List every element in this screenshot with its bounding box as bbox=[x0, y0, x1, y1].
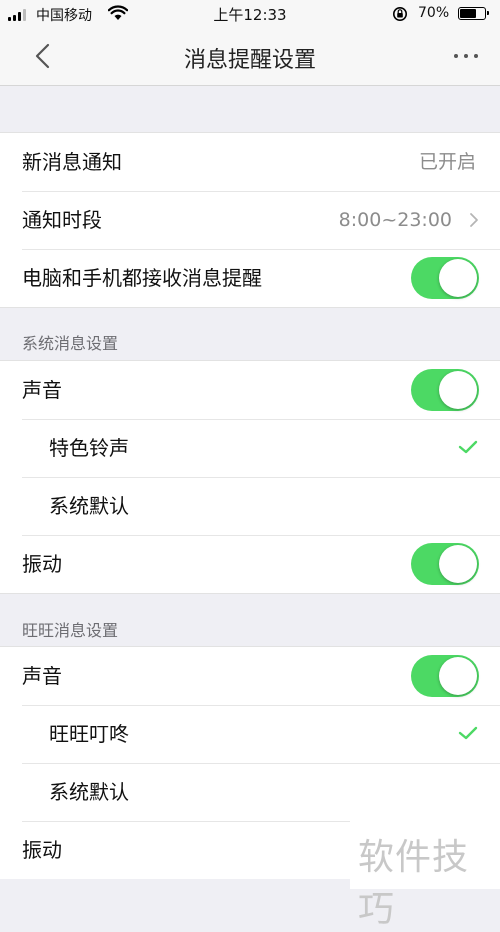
status-bar: 中国移动 上午12:33 70% bbox=[0, 0, 500, 28]
rotation-lock-icon bbox=[393, 7, 407, 21]
wangwang-ringtone-default-row[interactable]: 系统默认 bbox=[0, 763, 500, 821]
new-message-label: 新消息通知 bbox=[22, 150, 122, 174]
system-sound-toggle[interactable] bbox=[411, 369, 479, 411]
pc-mobile-toggle[interactable] bbox=[411, 257, 479, 299]
battery-icon bbox=[458, 7, 489, 20]
chevron-right-icon bbox=[470, 213, 478, 227]
system-vibrate-toggle[interactable] bbox=[411, 543, 479, 585]
notify-period-row[interactable]: 通知时段 8:00~23:00 bbox=[0, 191, 500, 249]
wangwang-sound-label: 声音 bbox=[22, 664, 62, 688]
wangwang-sound-toggle[interactable] bbox=[411, 655, 479, 697]
system-ringtone-default-row[interactable]: 系统默认 bbox=[0, 477, 500, 535]
more-icon[interactable] bbox=[438, 42, 478, 70]
system-section-header: 系统消息设置 bbox=[22, 334, 119, 353]
nav-bar: 消息提醒设置 bbox=[0, 28, 500, 86]
wangwang-sound-row: 声音 bbox=[0, 647, 500, 705]
battery-fill bbox=[460, 9, 477, 18]
system-sound-row: 声音 bbox=[0, 361, 500, 419]
wangwang-vibrate-label: 振动 bbox=[22, 838, 62, 862]
wangwang-section-header: 旺旺消息设置 bbox=[22, 621, 119, 640]
new-message-value: 已开启 bbox=[418, 151, 476, 173]
wangwang-ringtone-special-row[interactable]: 旺旺叮咚 bbox=[0, 705, 500, 763]
notify-period-value: 8:00~23:00 bbox=[338, 209, 452, 231]
pc-mobile-label: 电脑和手机都接收消息提醒 bbox=[22, 266, 262, 290]
watermark-text: 软件技巧 bbox=[358, 837, 470, 930]
system-ringtone-special-row[interactable]: 特色铃声 bbox=[0, 419, 500, 477]
battery-percent: 70% bbox=[418, 5, 450, 21]
watermark: 软件技巧 bbox=[350, 820, 500, 930]
general-settings-group: 新消息通知 已开启 通知时段 8:00~23:00 电脑和手机都接收消息提醒 bbox=[0, 132, 500, 308]
new-message-row[interactable]: 新消息通知 已开启 bbox=[0, 133, 500, 191]
notify-period-label: 通知时段 bbox=[22, 208, 102, 232]
system-ringtone-default-label: 系统默认 bbox=[49, 494, 129, 518]
pc-mobile-row: 电脑和手机都接收消息提醒 bbox=[0, 249, 500, 307]
page-title: 消息提醒设置 bbox=[183, 48, 316, 73]
system-sound-label: 声音 bbox=[22, 378, 62, 402]
wangwang-ringtone-default-label: 系统默认 bbox=[49, 780, 129, 804]
wangwang-ringtone-special-label: 旺旺叮咚 bbox=[49, 722, 129, 746]
system-vibrate-label: 振动 bbox=[22, 552, 62, 576]
checkmark-icon bbox=[458, 726, 478, 740]
system-vibrate-row: 振动 bbox=[0, 535, 500, 593]
system-ringtone-special-label: 特色铃声 bbox=[49, 436, 129, 460]
checkmark-icon bbox=[458, 440, 478, 454]
system-settings-group: 声音 特色铃声 系统默认 振动 bbox=[0, 360, 500, 594]
